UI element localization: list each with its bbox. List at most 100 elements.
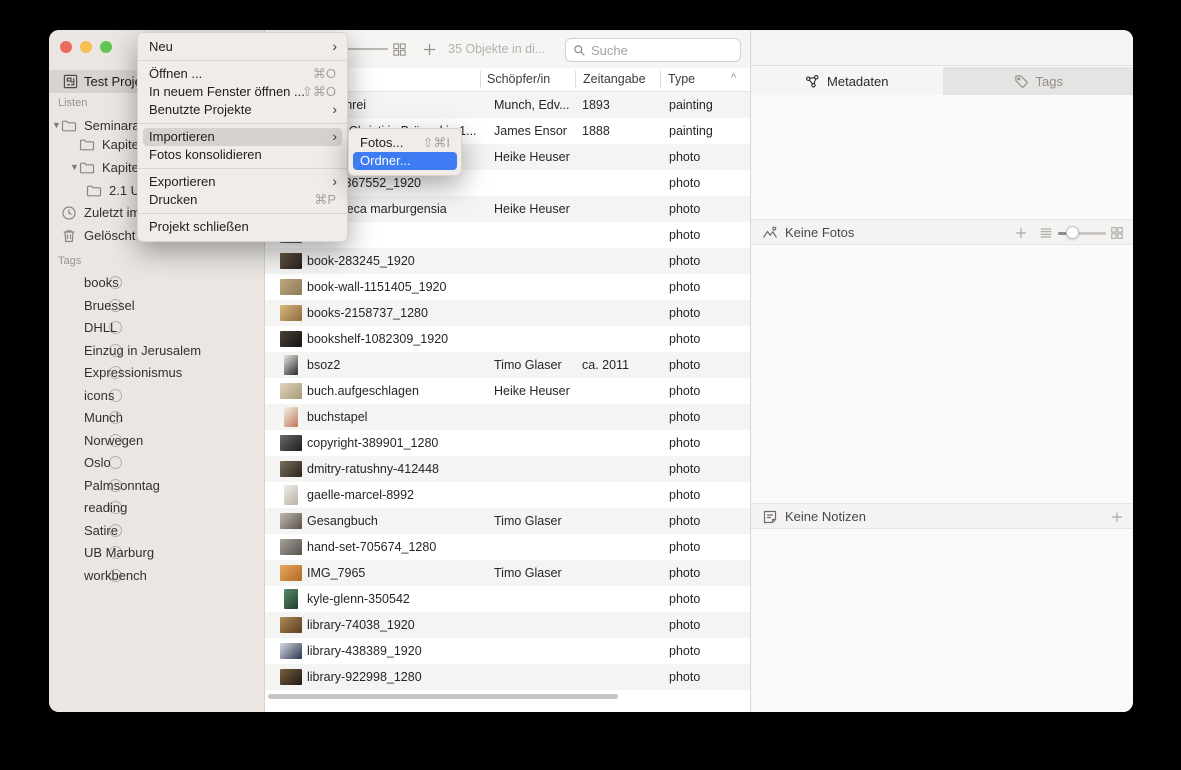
item-thumbnail — [284, 407, 298, 427]
menu-item-exportieren[interactable]: Exportieren› — [138, 173, 347, 191]
table-row-library-438389-1920[interactable]: library-438389_1920photo — [265, 638, 750, 664]
cell-name: library-438389_1920 — [307, 644, 422, 658]
item-thumbnail — [280, 279, 302, 295]
cell-creator: Timo Glaser — [494, 514, 562, 528]
item-thumbnail — [280, 617, 302, 633]
table-row-copyright-389901-1280[interactable]: copyright-389901_1280photo — [265, 430, 750, 456]
submenu-item-fotos[interactable]: Fotos...⇧⌘I — [349, 134, 461, 152]
sidebar-tag-icons[interactable]: icons — [49, 385, 265, 407]
cell-type: photo — [669, 280, 700, 294]
grid-view-icon[interactable] — [392, 42, 407, 57]
inspector-titlebar-area — [751, 30, 1133, 66]
sort-direction-icon[interactable]: ^ — [731, 72, 736, 84]
cell-name: library-922998_1280 — [307, 670, 422, 684]
sidebar-tag-workbench[interactable]: workbench — [49, 565, 265, 587]
add-item-icon[interactable] — [422, 42, 437, 57]
inspector-panel: Metadaten Tags Keine Fotos — [750, 30, 1133, 712]
sidebar-tag-ub-marburg[interactable]: UB Marburg — [49, 542, 265, 564]
column-header-date[interactable]: Zeitangabe — [583, 72, 646, 86]
sidebar-tag-satire[interactable]: Satire — [49, 520, 265, 542]
sidebar-tag-dhll[interactable]: DHLL — [49, 317, 265, 339]
menu-item-drucken[interactable]: Drucken⌘P — [138, 191, 347, 209]
photo-list-view-icon[interactable] — [1039, 226, 1053, 240]
tag-label: DHLL — [84, 320, 117, 335]
sidebar-section-tags: Tags — [58, 255, 81, 267]
add-photo-icon[interactable] — [1014, 226, 1028, 240]
table-row-bsoz2[interactable]: bsoz2Timo Glaserca. 2011photo — [265, 352, 750, 378]
search-icon — [573, 44, 586, 57]
menu-item-in-neuem-fenster-ffnen[interactable]: In neuem Fenster öffnen ...⇧⌘O — [138, 83, 347, 101]
item-thumbnail — [280, 435, 302, 451]
sidebar-item-label: Gelöscht — [84, 228, 135, 243]
submenu-item-ordner[interactable]: Ordner... — [353, 152, 457, 170]
column-header-type[interactable]: Type — [668, 72, 695, 86]
item-thumbnail — [280, 383, 302, 399]
minimize-window-button[interactable] — [80, 41, 92, 53]
menu-divider — [138, 123, 347, 124]
tab-tags-label: Tags — [1036, 74, 1063, 89]
tag-label: Expressionismus — [84, 365, 182, 380]
sidebar-tag-oslo[interactable]: Oslo — [49, 452, 265, 474]
menu-item-projekt-schlie-en[interactable]: Projekt schließen — [138, 218, 347, 236]
table-row-img-7965[interactable]: IMG_7965Timo Glaserphoto — [265, 560, 750, 586]
menu-item-fotos-konsolidieren[interactable]: Fotos konsolidieren — [138, 146, 347, 164]
sidebar-tag-expressionismus[interactable]: Expressionismus — [49, 362, 265, 384]
horizontal-scrollbar-thumb[interactable] — [268, 694, 618, 699]
menu-item-ffnen[interactable]: Öffnen ...⌘O — [138, 65, 347, 83]
menu-item-neu[interactable]: Neu› — [138, 38, 347, 56]
column-divider[interactable] — [480, 71, 481, 88]
tag-label: Satire — [84, 523, 118, 538]
cell-date: 1888 — [582, 124, 610, 138]
sidebar-tag-reading[interactable]: reading — [49, 497, 265, 519]
maximize-window-button[interactable] — [100, 41, 112, 53]
table-row-gaelle-marcel-8992[interactable]: gaelle-marcel-8992photo — [265, 482, 750, 508]
menu-item-benutzte-projekte[interactable]: Benutzte Projekte› — [138, 101, 347, 119]
cell-type: photo — [669, 566, 700, 580]
menu-item-label: Exportieren — [149, 174, 215, 189]
table-row-book-wall-1151405-1920[interactable]: book-wall-1151405_1920photo — [265, 274, 750, 300]
photo-grid-view-icon[interactable] — [1110, 226, 1124, 240]
column-divider[interactable] — [575, 71, 576, 88]
sidebar-tag-munch[interactable]: Munch — [49, 407, 265, 429]
menu-divider — [138, 213, 347, 214]
sidebar-section-listen: Listen — [58, 97, 87, 109]
disclosure-triangle-icon[interactable]: ▼ — [52, 120, 61, 130]
tag-label: Munch — [84, 410, 123, 425]
sidebar-tag-bruessel[interactable]: Bruessel — [49, 295, 265, 317]
menu-item-importieren[interactable]: Importieren› — [143, 128, 342, 146]
table-row-dmitry-ratushny-412448[interactable]: dmitry-ratushny-412448photo — [265, 456, 750, 482]
tab-tags[interactable]: Tags — [943, 67, 1134, 95]
sidebar-tag-books[interactable]: books — [49, 272, 265, 294]
add-note-icon[interactable] — [1110, 510, 1124, 524]
table-row-kyle-glenn-350542[interactable]: kyle-glenn-350542photo — [265, 586, 750, 612]
chevron-right-icon: › — [332, 100, 337, 118]
item-thumbnail — [280, 331, 302, 347]
table-row-books-2158737-1280[interactable]: books-2158737_1280photo — [265, 300, 750, 326]
column-header-creator[interactable]: Schöpfer/in — [487, 72, 550, 86]
cell-type: photo — [669, 618, 700, 632]
photo-zoom-slider-handle[interactable] — [1066, 226, 1079, 239]
table-row-library-922998-1280[interactable]: library-922998_1280photo — [265, 664, 750, 690]
tag-label: icons — [84, 388, 114, 403]
search-input[interactable] — [591, 43, 731, 58]
chevron-right-icon: › — [332, 127, 337, 145]
sidebar-tag-palmsonntag[interactable]: Palmsonntag — [49, 475, 265, 497]
sidebar-tag-norwegen[interactable]: Norwegen — [49, 430, 265, 452]
table-row-bookshelf-1082309-1920[interactable]: bookshelf-1082309_1920photo — [265, 326, 750, 352]
table-row-hand-set-705674-1280[interactable]: hand-set-705674_1280photo — [265, 534, 750, 560]
cell-name: hand-set-705674_1280 — [307, 540, 436, 554]
cell-creator: Timo Glaser — [494, 358, 562, 372]
table-row-gesangbuch[interactable]: GesangbuchTimo Glaserphoto — [265, 508, 750, 534]
table-row-book-283245-1920[interactable]: book-283245_1920photo — [265, 248, 750, 274]
search-field — [565, 38, 741, 62]
tab-metadaten[interactable]: Metadaten — [751, 67, 943, 95]
cell-creator: Heike Heuser — [494, 150, 570, 164]
table-row-buch-aufgeschlagen[interactable]: buch.aufgeschlagenHeike Heuserphoto — [265, 378, 750, 404]
table-row-buchstapel[interactable]: buchstapelphoto — [265, 404, 750, 430]
close-window-button[interactable] — [60, 41, 72, 53]
sidebar-tag-einzug-in-jerusalem[interactable]: Einzug in Jerusalem — [49, 340, 265, 362]
disclosure-triangle-icon[interactable]: ▼ — [70, 162, 79, 172]
cell-type: painting — [669, 124, 713, 138]
table-row-library-74038-1920[interactable]: library-74038_1920photo — [265, 612, 750, 638]
column-divider[interactable] — [660, 71, 661, 88]
